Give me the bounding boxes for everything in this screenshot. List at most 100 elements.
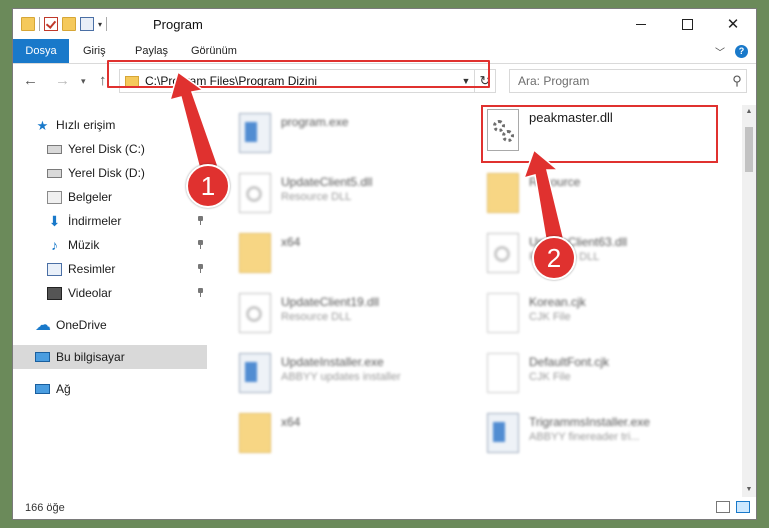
- maximize-button[interactable]: [664, 9, 710, 39]
- list-item[interactable]: Korean.cjk CJK File: [457, 285, 697, 341]
- sidebar-item-label: Müzik: [68, 238, 100, 252]
- properties-check-icon[interactable]: [44, 17, 58, 31]
- expand-ribbon-icon[interactable]: ﹀: [715, 44, 725, 59]
- file-name: UpdateClient19.dll: [281, 295, 380, 309]
- sidebar-item-label: Belgeler: [68, 190, 113, 204]
- back-arrow-icon[interactable]: ←: [23, 72, 38, 89]
- file-icon: [487, 293, 519, 333]
- file-name: DefaultFont.cjk: [529, 355, 610, 369]
- sidebar-item-onedrive[interactable]: ☁ OneDrive: [13, 313, 207, 337]
- cloud-icon: ☁: [35, 316, 51, 334]
- help-icon[interactable]: ?: [735, 45, 748, 58]
- file-name: TrigrammsInstaller.exe: [529, 415, 650, 429]
- scroll-down-icon[interactable]: ▼: [742, 483, 756, 497]
- network-icon: [35, 384, 50, 394]
- step-2-badge: 2: [532, 236, 576, 280]
- sidebar-item-label: Videolar: [68, 286, 112, 300]
- list-item[interactable]: program.exe: [209, 105, 449, 161]
- minimize-icon: [636, 23, 646, 25]
- dll-icon: [487, 233, 519, 273]
- list-item[interactable]: x64: [209, 405, 449, 461]
- ribbon-controls: ﹀ ?: [715, 44, 748, 59]
- tab-home[interactable]: Giriş: [83, 39, 106, 63]
- file-type: ABBYY finereader tri...: [529, 431, 640, 443]
- search-input[interactable]: Ara: Program: [518, 74, 728, 88]
- list-item[interactable]: Resource: [457, 165, 697, 221]
- pin-icon: [197, 216, 203, 225]
- sidebar-item-pictures[interactable]: Resimler: [13, 257, 207, 281]
- sidebar-item-this-pc[interactable]: Bu bilgisayar: [13, 345, 207, 369]
- music-icon: ♪: [51, 236, 58, 253]
- exe-icon: [239, 353, 271, 393]
- sidebar-item-documents[interactable]: Belgeler: [13, 185, 207, 209]
- list-item[interactable]: UpdateClient5.dll Resource DLL: [209, 165, 449, 221]
- sidebar-item-music[interactable]: ♪ Müzik: [13, 233, 207, 257]
- file-name: x64: [281, 235, 301, 249]
- sidebar-item-label: Yerel Disk (C:): [68, 142, 145, 156]
- step-1-badge: 1: [186, 164, 230, 208]
- file-name: UpdateClient5.dll: [281, 175, 373, 189]
- installer-icon: [239, 113, 271, 153]
- search-box[interactable]: Ara: Program ⚲: [509, 69, 747, 93]
- window-title: Program: [153, 17, 203, 32]
- folder-icon: [487, 173, 519, 213]
- large-icons-view-icon[interactable]: [736, 501, 750, 513]
- sidebar-item-local-disk-d[interactable]: Yerel Disk (D:): [13, 161, 207, 185]
- drive-icon: [47, 168, 62, 178]
- file-type: CJK File: [529, 371, 571, 383]
- scroll-up-icon[interactable]: ▲: [742, 105, 756, 119]
- file-type: Resource DLL: [281, 311, 352, 323]
- item-count: 166 öğe: [25, 502, 65, 514]
- sidebar-item-network[interactable]: Ağ: [13, 377, 207, 401]
- status-bar: 166 öğe: [13, 497, 756, 519]
- exe-icon: [487, 413, 519, 453]
- sidebar-item-label: Ağ: [56, 382, 71, 396]
- folder-icon: [239, 233, 271, 273]
- close-button[interactable]: ✕: [710, 9, 756, 39]
- sidebar-item-label: OneDrive: [56, 318, 107, 332]
- forward-arrow-icon[interactable]: →: [55, 72, 70, 89]
- list-item[interactable]: DefaultFont.cjk CJK File: [457, 345, 697, 401]
- properties-icon[interactable]: [80, 17, 94, 31]
- up-arrow-icon[interactable]: ↑: [99, 72, 107, 89]
- address-highlight-box: [107, 60, 490, 88]
- dll-highlight-box: [481, 105, 718, 163]
- pin-icon: [197, 264, 203, 273]
- search-icon[interactable]: ⚲: [728, 73, 746, 89]
- minimize-button[interactable]: [618, 9, 664, 39]
- file-name: Korean.cjk: [529, 295, 586, 309]
- list-item[interactable]: UpdateClient63.dll Resource DLL: [457, 225, 697, 281]
- sidebar-item-quick-access[interactable]: ★ Hızlı erişim: [13, 113, 207, 137]
- recent-locations-dropdown-icon[interactable]: ▾: [81, 76, 86, 87]
- file-name: UpdateInstaller.exe: [281, 355, 384, 369]
- list-item[interactable]: UpdateInstaller.exe ABBYY updates instal…: [209, 345, 449, 401]
- list-item[interactable]: x64: [209, 225, 449, 281]
- drive-icon: [47, 144, 62, 154]
- sidebar-item-local-disk-c[interactable]: Yerel Disk (C:): [13, 137, 207, 161]
- file-name: Resource: [529, 175, 581, 189]
- file-type: ABBYY updates installer: [281, 371, 401, 383]
- view-switcher: [716, 501, 750, 513]
- list-item[interactable]: TrigrammsInstaller.exe ABBYY finereader …: [457, 405, 697, 461]
- maximize-icon: [681, 18, 693, 30]
- star-icon: ★: [36, 117, 49, 133]
- scroll-thumb[interactable]: [745, 127, 753, 172]
- download-icon: ⬇: [48, 212, 61, 229]
- toolbar-divider: [39, 17, 40, 31]
- customize-toolbar-dropdown-icon[interactable]: ▾: [98, 20, 102, 29]
- file-type: CJK File: [529, 311, 571, 323]
- sidebar-item-videos[interactable]: Videolar: [13, 281, 207, 305]
- vertical-scrollbar[interactable]: ▲ ▼: [742, 105, 756, 497]
- list-item[interactable]: UpdateClient19.dll Resource DLL: [209, 285, 449, 341]
- tab-file[interactable]: Dosya: [13, 39, 69, 63]
- pin-icon: [197, 144, 203, 153]
- sidebar-item-downloads[interactable]: ⬇ İndirmeler: [13, 209, 207, 233]
- navigation-pane: ★ Hızlı erişim Yerel Disk (C:) Yerel Dis…: [13, 105, 207, 497]
- folder-icon: [21, 17, 35, 31]
- pin-icon: [197, 288, 203, 297]
- dll-icon: [239, 293, 271, 333]
- folder-icon: [239, 413, 271, 453]
- details-view-icon[interactable]: [716, 501, 730, 513]
- sidebar-item-label: Yerel Disk (D:): [68, 166, 145, 180]
- new-folder-icon[interactable]: [62, 17, 76, 31]
